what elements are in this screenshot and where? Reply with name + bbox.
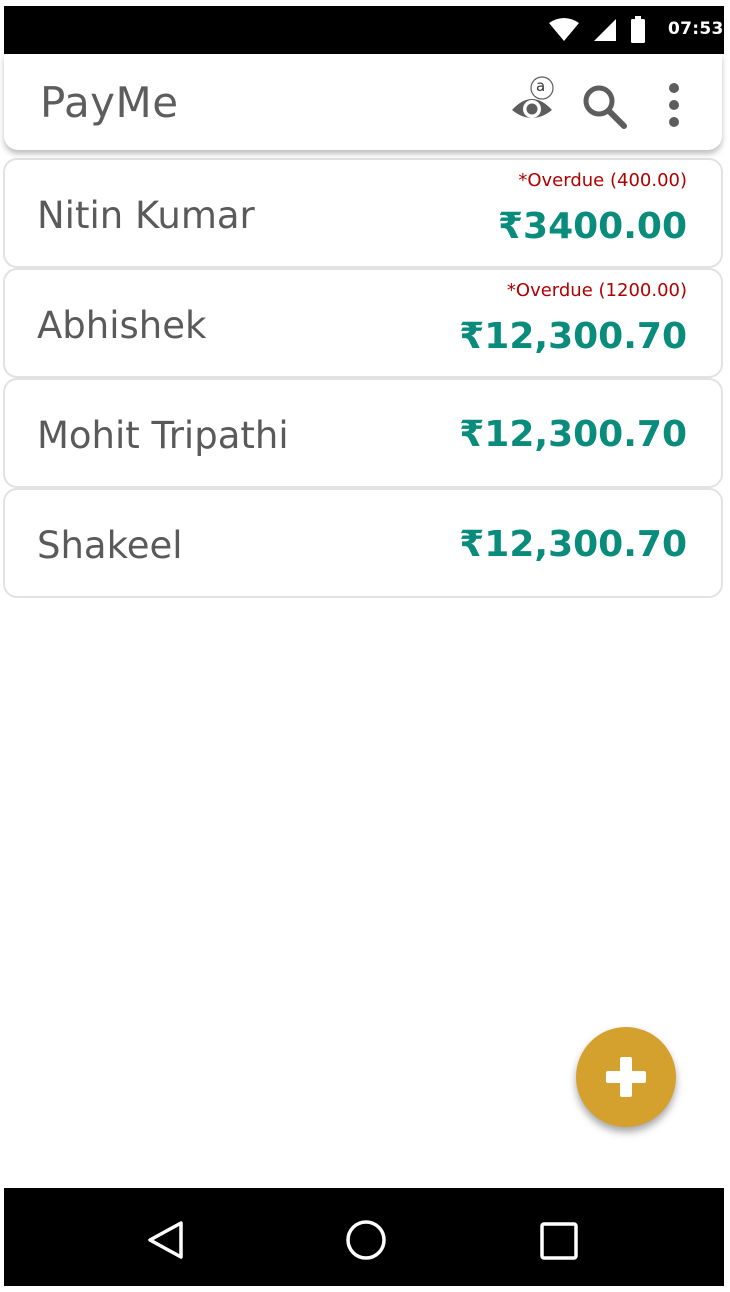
screen: 07:53 PayMe a Nitin Kumar *Overdue (400.… [0, 0, 730, 1292]
list-item[interactable]: Nitin Kumar *Overdue (400.00) ₹3400.00 [3, 158, 723, 268]
contact-name: Shakeel [37, 524, 183, 567]
navigation-bar [4, 1188, 724, 1286]
balance-amount: ₹12,300.70 [459, 414, 687, 455]
search-button[interactable] [580, 82, 628, 130]
wifi-icon [549, 18, 579, 41]
list-item[interactable]: Shakeel ₹12,300.70 [3, 488, 723, 598]
status-bar: 07:53 [4, 6, 724, 54]
add-contact-button[interactable] [576, 1027, 676, 1127]
overdue-label: *Overdue (1200.00) [506, 280, 687, 301]
balance-amount: ₹3400.00 [497, 206, 687, 247]
contact-name: Nitin Kumar [37, 194, 255, 237]
eye-icon [512, 76, 554, 118]
balance-amount: ₹12,300.70 [459, 316, 687, 357]
contact-name: Mohit Tripathi [37, 414, 289, 457]
home-icon[interactable] [344, 1218, 388, 1262]
clock: 07:53 [668, 19, 724, 39]
overflow-menu-button[interactable] [656, 80, 692, 128]
plus-icon [606, 1057, 646, 1097]
search-icon [583, 85, 627, 129]
balance-amount: ₹12,300.70 [459, 524, 687, 565]
battery-icon [631, 16, 645, 43]
back-icon[interactable] [146, 1220, 186, 1260]
contact-list: Nitin Kumar *Overdue (400.00) ₹3400.00 A… [3, 158, 723, 598]
privacy-toggle-button[interactable]: a [506, 76, 558, 128]
app-bar: PayMe a [4, 54, 722, 150]
contact-name: Abhishek [37, 304, 207, 347]
app-title: PayMe [40, 78, 179, 127]
more-vert-icon [669, 83, 679, 127]
overdue-label: *Overdue (400.00) [518, 170, 687, 191]
cell-signal-icon [594, 19, 616, 41]
recent-apps-icon[interactable] [540, 1222, 578, 1260]
eye-badge-letter: a [536, 77, 546, 95]
list-item[interactable]: Abhishek *Overdue (1200.00) ₹12,300.70 [3, 268, 723, 378]
list-item[interactable]: Mohit Tripathi ₹12,300.70 [3, 378, 723, 488]
